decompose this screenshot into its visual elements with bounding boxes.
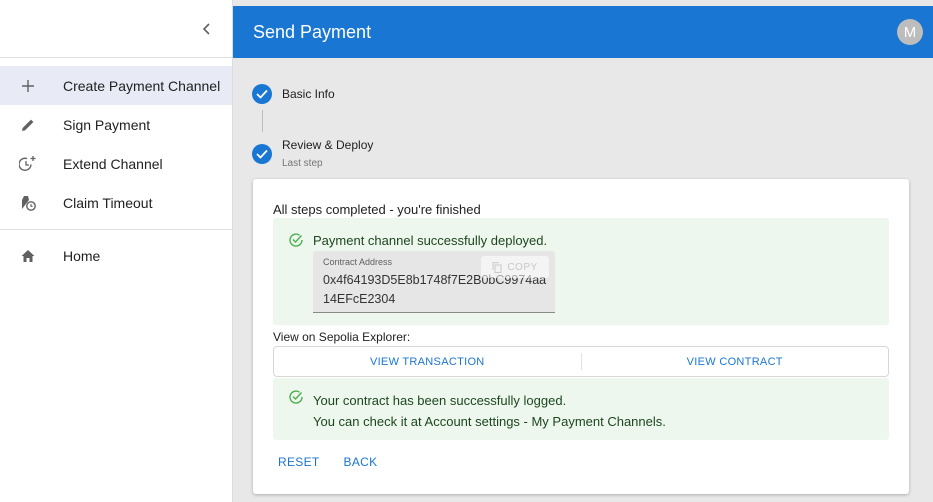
- card-actions: RESET BACK: [278, 455, 377, 469]
- view-contract-button[interactable]: VIEW CONTRACT: [582, 347, 889, 376]
- sidebar-item-label: Claim Timeout: [63, 194, 153, 211]
- logged-success-alert: Your contract has been successfully logg…: [273, 378, 889, 440]
- check-circle-outline-icon: [287, 231, 305, 249]
- deploy-success-message: Payment channel successfully deployed.: [313, 233, 548, 248]
- view-transaction-button[interactable]: VIEW TRANSACTION: [274, 347, 581, 376]
- step-basic-info: Basic Info: [252, 84, 335, 104]
- copy-button-label: COPY: [507, 261, 538, 273]
- check-circle-outline-icon: [287, 388, 305, 406]
- logged-success-message: Your contract has been successfully logg…: [313, 390, 666, 432]
- check-circle-icon: [252, 84, 272, 104]
- app-bar: Send Payment M: [233, 6, 933, 58]
- step-sublabel: Last step: [282, 158, 323, 169]
- sidebar: Create Payment Channel Sign Payment Exte…: [0, 0, 233, 502]
- contract-address-field[interactable]: Contract Address 0x4f64193D5E8b1748f7E2B…: [313, 251, 555, 313]
- explorer-button-group: VIEW TRANSACTION VIEW CONTRACT: [273, 346, 889, 377]
- home-icon: [18, 246, 38, 266]
- back-button[interactable]: BACK: [344, 455, 378, 469]
- plus-icon: [18, 76, 38, 96]
- page-title: Send Payment: [253, 21, 372, 42]
- step-label: Basic Info: [282, 87, 335, 101]
- deploy-success-alert: Payment channel successfully deployed. C…: [273, 218, 889, 325]
- copy-button[interactable]: COPY: [481, 256, 549, 278]
- clock-plus-icon: [18, 154, 38, 174]
- chevron-left-icon[interactable]: [198, 20, 216, 38]
- completion-card: All steps completed - you're finished Pa…: [253, 179, 909, 494]
- logged-message-line2: You can check it at Account settings - M…: [313, 414, 666, 429]
- sidebar-item-label: Extend Channel: [63, 155, 163, 172]
- sidebar-item-extend-channel[interactable]: Extend Channel: [0, 144, 232, 183]
- explorer-label: View on Sepolia Explorer:: [273, 330, 411, 344]
- step-label: Review & Deploy: [282, 138, 374, 152]
- copy-icon: [492, 261, 502, 273]
- sidebar-divider: [0, 229, 232, 230]
- sidebar-item-claim-timeout[interactable]: Claim Timeout: [0, 183, 232, 222]
- pencil-icon: [18, 115, 38, 135]
- sidebar-item-label: Sign Payment: [63, 116, 151, 133]
- sidebar-header: [0, 0, 232, 58]
- logged-message-line1: Your contract has been successfully logg…: [313, 393, 567, 408]
- sidebar-nav: Create Payment Channel Sign Payment Exte…: [0, 58, 232, 275]
- sidebar-item-label: Home: [63, 247, 101, 264]
- sidebar-item-create-payment-channel[interactable]: Create Payment Channel: [0, 66, 232, 105]
- reset-button[interactable]: RESET: [278, 455, 320, 469]
- sidebar-item-sign-payment[interactable]: Sign Payment: [0, 105, 232, 144]
- sidebar-item-label: Create Payment Channel: [63, 77, 221, 94]
- step-review-deploy: Review & Deploy Last step: [252, 138, 373, 169]
- completion-heading: All steps completed - you're finished: [273, 202, 481, 217]
- check-circle-icon: [252, 144, 272, 164]
- sidebar-item-home[interactable]: Home: [0, 236, 232, 275]
- step-connector: [262, 110, 263, 132]
- bag-clock-icon: [18, 193, 38, 213]
- avatar[interactable]: M: [897, 19, 923, 45]
- contract-address-label: Contract Address: [323, 257, 393, 267]
